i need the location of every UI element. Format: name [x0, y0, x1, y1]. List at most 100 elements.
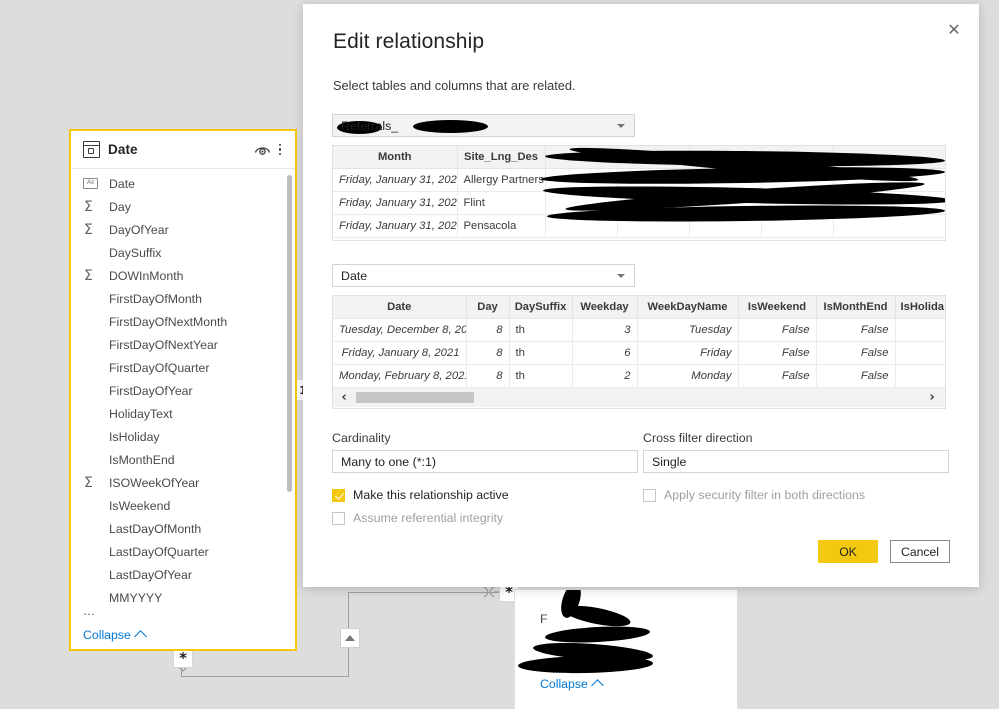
column-header[interactable]: Site_Lng_Des — [457, 146, 546, 169]
dialog-footer: OK Cancel — [818, 540, 950, 563]
table-cell: Tuesday — [637, 318, 739, 342]
table2-preview-table: Date Day DaySuffix Weekday WeekDayName IsWeek… — [333, 296, 945, 388]
table-cell: 2 — [572, 364, 638, 388]
field-list-item-label: ISOWeekOfYear — [109, 475, 200, 490]
assume-ri-checkbox — [332, 511, 345, 525]
field-list-item[interactable]: FirstDayOfQuarter — [71, 356, 295, 379]
field-list-item[interactable]: LastDayOfQuarter — [71, 540, 295, 563]
table2-preview-grid[interactable]: Date Day DaySuffix Weekday WeekDayName IsWeek… — [332, 295, 946, 409]
security-filter-checkbox — [643, 488, 656, 502]
cardinality-select-value: Many to one (*:1) — [341, 454, 437, 469]
table1-select[interactable]: Referrals_ — [332, 114, 635, 137]
field-list-scrollbar-thumb[interactable] — [287, 175, 292, 492]
triangle-up-icon — [345, 635, 355, 641]
table-cell: 8 — [466, 364, 510, 388]
close-icon[interactable]: ✕ — [937, 14, 971, 44]
collapse-link-related[interactable]: Collapse — [540, 677, 604, 692]
ok-button[interactable]: OK — [818, 540, 878, 563]
table-cell: Pensacola — [457, 214, 546, 238]
table-card-date[interactable]: Date A≡ Date Σ Day Σ DayOfYear DaySuffix Σ DOWIn… — [69, 129, 297, 651]
column-header[interactable]: WeekDayName — [637, 296, 739, 319]
field-list-scrollbar[interactable] — [287, 175, 292, 581]
eye-icon[interactable] — [253, 141, 271, 159]
field-list-item[interactable]: FirstDayOfNextMonth — [71, 310, 295, 333]
field-icon-none — [83, 568, 102, 582]
make-active-checkbox-row[interactable]: Make this relationship active — [332, 488, 638, 502]
field-list-item[interactable]: FirstDayOfMonth — [71, 287, 295, 310]
scroll-right-icon[interactable]: › — [921, 391, 943, 404]
field-list-item[interactable]: Σ DayOfYear — [71, 218, 295, 241]
field-list-item-label: LastDayOfYear — [109, 567, 192, 582]
field-list-item[interactable]: FirstDayOfYear — [71, 379, 295, 402]
field-list-item-label: IsHoliday — [109, 429, 160, 444]
table-icon — [83, 141, 100, 158]
field-list-item-label: Date — [109, 176, 135, 191]
field-list-item[interactable]: Σ ISOWeekOfYear — [71, 471, 295, 494]
field-list-item-label: DaySuffix — [109, 245, 162, 260]
dialog-title: Edit relationship — [333, 30, 485, 53]
field-list-item[interactable]: IsWeekend — [71, 494, 295, 517]
column-header[interactable]: IsMonthEnd — [816, 296, 896, 319]
column-header[interactable]: IsWeekend — [738, 296, 817, 319]
field-list-item-label: DayOfYear — [109, 222, 169, 237]
field-list-item[interactable]: DaySuffix — [71, 241, 295, 264]
table-card-header: Date — [71, 131, 295, 169]
field-list-item[interactable]: LastDayOfYear — [71, 563, 295, 586]
column-header[interactable]: Weekday — [572, 296, 638, 319]
relationship-options-row: Cardinality Many to one (*:1) Make this … — [332, 431, 949, 525]
field-list-item-label: LastDayOfMonth — [109, 521, 202, 536]
table-cell: False — [738, 364, 817, 388]
cardinality-group: Cardinality Many to one (*:1) Make this … — [332, 431, 638, 525]
table-cell — [895, 318, 945, 342]
sigma-icon: Σ — [84, 221, 93, 238]
table-cell: False — [738, 341, 817, 365]
make-active-checkbox[interactable] — [332, 488, 345, 502]
field-list-item-label: MMYYYY — [109, 590, 163, 605]
more-options-icon[interactable] — [273, 142, 287, 158]
field-list-item-label: HolidayText — [109, 406, 173, 421]
assume-ri-checkbox-row: Assume referential integrity — [332, 511, 638, 525]
field-icon-none — [83, 384, 102, 398]
field-list-item[interactable]: MMYYYY — [71, 586, 295, 609]
column-header[interactable]: Month — [333, 146, 458, 169]
column-header[interactable]: DaySuffix — [509, 296, 573, 319]
table-card-related[interactable]: F ns Collapse — [514, 589, 738, 709]
cross-filter-label: Cross filter direction — [643, 431, 753, 445]
table1-preview-grid[interactable]: Month Site_Lng_Des Friday, January 31, 20… — [332, 145, 946, 241]
field-icon-none — [83, 338, 102, 352]
cardinality-select[interactable]: Many to one (*:1) — [332, 450, 638, 473]
scroll-left-icon[interactable]: ‹ — [333, 391, 355, 404]
scrollbar-thumb[interactable] — [356, 392, 474, 403]
redaction-mark — [517, 654, 654, 675]
table-cell: Monday, February 8, 2021 — [333, 364, 467, 388]
field-list-item[interactable]: IsHoliday — [71, 425, 295, 448]
table-cell: 8 — [466, 318, 510, 342]
field-list-item[interactable]: IsMonthEnd — [71, 448, 295, 471]
field-list-item[interactable]: HolidayText — [71, 402, 295, 425]
column-header[interactable]: IsHolida — [895, 296, 945, 319]
field-list-item[interactable]: Σ DOWInMonth — [71, 264, 295, 287]
field-list-item-label: LastDayOfQuarter — [109, 544, 209, 559]
table2-select[interactable]: Date — [332, 264, 635, 287]
table-cell — [895, 341, 945, 365]
table2-body: Tuesday, December 8, 2020 8th 3 Tuesday Fals… — [333, 318, 945, 388]
redaction-mark — [413, 120, 488, 133]
relationship-line-segment — [181, 676, 349, 678]
field-list-item[interactable]: LastDayOfMonth — [71, 517, 295, 540]
table-cell: False — [816, 341, 896, 365]
field-list-item[interactable]: Σ Day — [71, 195, 295, 218]
table-cell: Friday — [637, 341, 739, 365]
cross-filter-select[interactable]: Single — [643, 450, 949, 473]
relationship-expand-button[interactable] — [340, 628, 360, 648]
table-cell: Allergy Partners — [457, 168, 546, 192]
collapse-link-date[interactable]: Collapse — [83, 628, 147, 643]
field-list-item[interactable]: A≡ Date — [71, 172, 295, 195]
field-icon-none — [83, 361, 102, 375]
related-card-text-line: F — [540, 612, 548, 626]
table-row: Monday, February 8, 2021 8th 2 Monday False F… — [333, 364, 945, 388]
column-header[interactable]: Date — [333, 296, 467, 319]
column-header[interactable]: Day — [466, 296, 510, 319]
cancel-button[interactable]: Cancel — [890, 540, 950, 563]
table2-horizontal-scrollbar[interactable]: ‹ › — [333, 388, 945, 407]
field-list-item[interactable]: FirstDayOfNextYear — [71, 333, 295, 356]
